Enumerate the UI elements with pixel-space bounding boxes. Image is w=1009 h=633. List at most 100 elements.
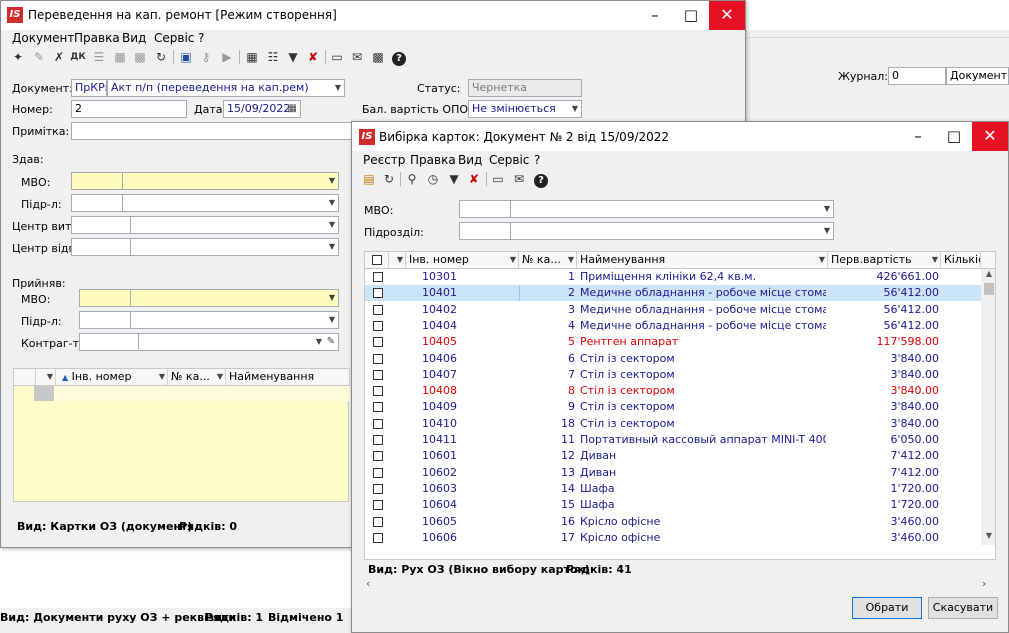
row-checkbox[interactable]: [373, 435, 383, 445]
links-icon[interactable]: ▩: [132, 49, 148, 65]
menu-view[interactable]: Вид: [458, 153, 482, 167]
minimize-button[interactable]: –: [637, 1, 673, 30]
grid-filter-column[interactable]: ▼: [389, 252, 406, 269]
table-row[interactable]: 10409 9 Стіл із сектором 3'840.00: [365, 399, 981, 415]
clear-filter-icon[interactable]: ✘: [466, 171, 482, 187]
row-checkbox[interactable]: [373, 369, 383, 380]
chevron-down-icon[interactable]: ▼: [316, 334, 322, 350]
filter-icon[interactable]: ▼: [285, 49, 301, 65]
pencil-icon[interactable]: ✎: [327, 334, 335, 350]
row-checkbox[interactable]: [373, 418, 383, 429]
vertical-scrollbar[interactable]: ▲ ▼: [981, 269, 995, 545]
scroll-left-icon[interactable]: ‹: [366, 577, 370, 590]
dialog-maximize-button[interactable]: □: [936, 122, 972, 151]
open-registry-icon[interactable]: ▤: [361, 171, 377, 187]
close-button[interactable]: ✕: [709, 1, 745, 30]
menu-help[interactable]: ?: [534, 153, 540, 167]
cards-selection-grid[interactable]: ▼ Інв. номер ▼ № ка... ▼ Найменування ▼ …: [364, 251, 996, 560]
cancel-button[interactable]: Скасувати: [928, 597, 998, 619]
row-checkbox[interactable]: [373, 402, 383, 413]
table-icon[interactable]: ▦: [244, 49, 260, 65]
structure-icon[interactable]: ▦: [112, 49, 128, 65]
chevron-down-icon[interactable]: ▼: [329, 217, 335, 233]
chevron-down-icon[interactable]: ▼: [568, 252, 574, 268]
row-checkbox[interactable]: [373, 337, 383, 348]
row-checkbox[interactable]: [373, 304, 383, 315]
column-inv-number[interactable]: ▲ Інв. номер ▼: [56, 369, 168, 386]
debit-credit-icon[interactable]: ДК: [70, 49, 86, 65]
refresh-icon[interactable]: ↻: [381, 171, 397, 187]
table-row[interactable]: 10411 11 Портативный кассовый аппарат MINI…: [365, 432, 981, 448]
row-checkbox[interactable]: [373, 320, 383, 331]
scroll-right-icon[interactable]: ›: [982, 577, 986, 590]
menu-service[interactable]: Сервіс: [154, 31, 194, 45]
journal-input[interactable]: 0: [888, 67, 946, 85]
table-row[interactable]: 10401 2 Медичне обладнання - робоче місце …: [365, 285, 981, 302]
select-button[interactable]: Обрати: [852, 597, 922, 619]
table-row[interactable]: 10407 7 Стіл із сектором 3'840.00: [365, 367, 981, 383]
dialog-close-button[interactable]: ✕: [972, 122, 1008, 151]
select-all-checkbox[interactable]: [372, 255, 382, 265]
maximize-button[interactable]: □: [673, 1, 709, 30]
help-icon[interactable]: ?: [391, 49, 407, 66]
mail-icon[interactable]: ✉: [511, 171, 527, 187]
gave-subdiv-select[interactable]: ▼: [71, 194, 339, 212]
columns-icon[interactable]: ☷: [265, 49, 281, 65]
row-checkbox[interactable]: [373, 500, 383, 511]
row-checkbox[interactable]: [373, 516, 383, 527]
table-row[interactable]: 10603 14 Шафа 1'720.00: [365, 481, 981, 497]
row-checkbox[interactable]: [373, 467, 383, 478]
menu-edit[interactable]: Правка: [410, 153, 456, 167]
date-input[interactable]: 15/09/2022 ▦: [223, 100, 301, 118]
chevron-down-icon[interactable]: ▼: [329, 290, 335, 306]
column-card-number[interactable]: № ка... ▼: [519, 252, 577, 269]
table-row[interactable]: 10601 12 Диван 7'412.00: [365, 448, 981, 464]
row-checkbox[interactable]: [373, 451, 383, 462]
document-code-field[interactable]: ПрКРн: [71, 79, 107, 97]
row-checkbox[interactable]: [373, 272, 383, 282]
row-checkbox[interactable]: [373, 386, 383, 397]
scroll-up-icon[interactable]: ▲: [981, 269, 995, 281]
table-row[interactable]: 10405 5 Рентген аппарат 117'598.00: [365, 334, 981, 350]
resp-center-select[interactable]: ▼: [71, 238, 339, 256]
note-input[interactable]: [71, 122, 361, 140]
column-name[interactable]: Найменування: [226, 369, 350, 386]
chevron-down-icon[interactable]: ▼: [932, 252, 938, 268]
chevron-down-icon[interactable]: ▼: [217, 369, 223, 385]
chevron-down-icon[interactable]: ▼: [159, 369, 165, 385]
menu-service[interactable]: Сервіс: [489, 153, 529, 167]
chevron-down-icon[interactable]: ▼: [335, 80, 341, 96]
table-row[interactable]: 10408 8 Стіл із сектором 3'840.00: [365, 383, 981, 399]
table-row[interactable]: 10301 1 Приміщення клініки 62,4 кв.м. 426'6…: [365, 269, 981, 285]
counterparty-select[interactable]: ▼ ✎: [79, 333, 339, 351]
journal-name-field[interactable]: Документи б: [946, 67, 1009, 85]
attach-icon[interactable]: ▶: [219, 49, 235, 65]
column-quantity[interactable]: Кількіст: [941, 252, 981, 269]
chevron-down-icon[interactable]: ▼: [510, 252, 516, 268]
tree-icon[interactable]: ☰: [91, 49, 107, 65]
calculator-icon[interactable]: ▩: [370, 49, 386, 65]
search-icon[interactable]: ⚲: [404, 171, 420, 187]
cards-grid[interactable]: ▼ ▲ Інв. номер ▼ № ка... ▼ Найменування: [13, 368, 350, 502]
chevron-down-icon[interactable]: ▼: [329, 239, 335, 255]
dialog-minimize-button[interactable]: –: [900, 122, 936, 151]
form-icon[interactable]: ▭: [490, 171, 506, 187]
clear-filter-icon[interactable]: ✘: [305, 49, 321, 65]
horizontal-scrollbar[interactable]: ‹ ›: [364, 577, 996, 591]
chevron-down-icon[interactable]: ▼: [329, 173, 335, 189]
vertical-scroll-thumb[interactable]: [984, 283, 994, 295]
chevron-down-icon[interactable]: ▼: [329, 195, 335, 211]
filter-icon[interactable]: ▼: [446, 171, 462, 187]
new-document-icon[interactable]: ✦: [10, 49, 26, 65]
cost-center-select[interactable]: ▼: [71, 216, 339, 234]
table-row[interactable]: 10606 17 Крісло офісне 3'460.00: [365, 530, 981, 545]
chevron-down-icon[interactable]: ▼: [824, 223, 830, 239]
menu-registry[interactable]: Реєстр: [363, 153, 405, 167]
table-row[interactable]: 10404 4 Медичне обладнання - робоче місце …: [365, 318, 981, 334]
chevron-down-icon[interactable]: ▼: [824, 201, 830, 217]
mail-icon[interactable]: ✉: [349, 49, 365, 65]
dialog-mvo-select[interactable]: ▼: [459, 200, 834, 218]
scroll-down-icon[interactable]: ▼: [981, 531, 995, 543]
document-type-select[interactable]: Акт п/п (переведення на кап.рем) ▼: [107, 79, 345, 97]
menu-edit[interactable]: Правка: [74, 31, 120, 45]
